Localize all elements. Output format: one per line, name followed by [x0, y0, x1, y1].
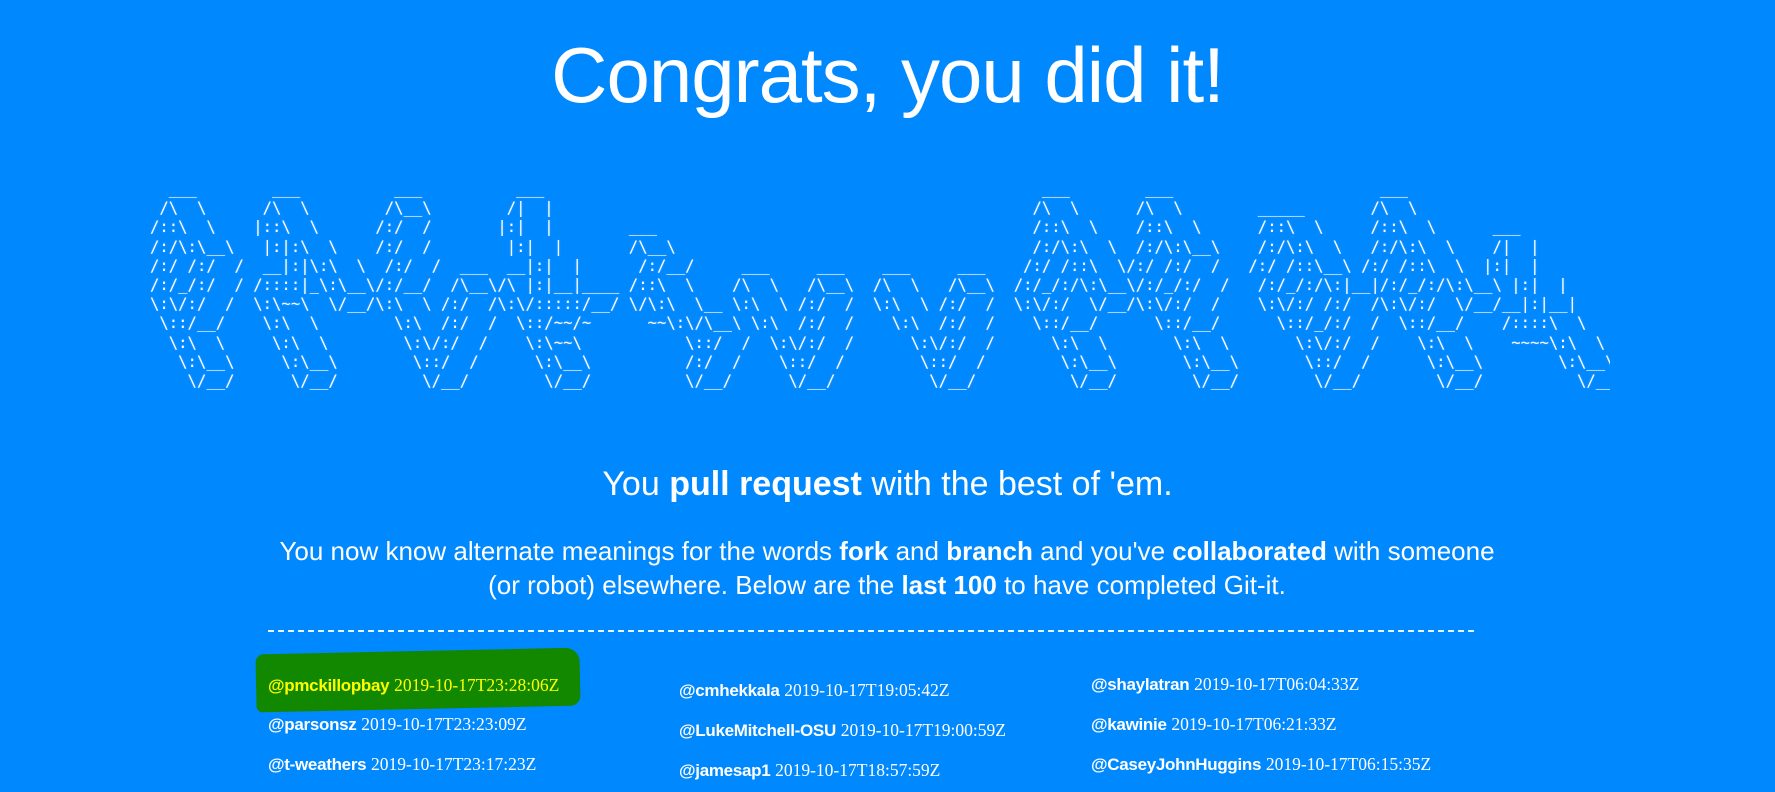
list-item: @pmckillopbay 2019-10-17T23:28:06Z [268, 675, 559, 696]
user-handle-link[interactable]: @cmhekkala [679, 681, 780, 700]
user-handle-link[interactable]: @shaylatran [1091, 675, 1190, 694]
completion-time: 2019-10-17T19:00:59Z [840, 720, 1006, 740]
user-handle-link[interactable]: @LukeMitchell-OSU [679, 721, 836, 740]
keyword-fork: fork [839, 536, 889, 566]
completion-time: 2019-10-17T19:05:42Z [784, 680, 950, 700]
completion-time: 2019-10-17T06:04:33Z [1194, 674, 1360, 694]
list-item: @shaylatran 2019-10-17T06:04:33Z [1091, 674, 1359, 695]
tagline-bold: pull request [669, 465, 862, 503]
list-item: @parsonsz 2019-10-17T23:23:09Z [268, 714, 527, 735]
keyword-collaborated: collaborated [1172, 536, 1327, 566]
dashed-divider [268, 630, 1474, 632]
user-handle-link[interactable]: @jamesap1 [679, 761, 771, 780]
keyword-last-100: last 100 [901, 570, 997, 600]
list-item: @kawinie 2019-10-17T06:21:33Z [1091, 714, 1337, 735]
completion-time: 2019-10-17T23:23:09Z [361, 714, 527, 734]
user-handle-link[interactable]: @t-weathers [268, 755, 367, 774]
completion-time: 2019-10-17T23:17:23Z [371, 754, 537, 774]
page-title: Congrats, you did it! [551, 31, 1225, 119]
tagline-post: with the best of 'em. [861, 465, 1173, 503]
description: You now know alternate meanings for the … [262, 534, 1512, 602]
completion-time: 2019-10-17T23:28:06Z [394, 675, 560, 695]
user-handle-link[interactable]: @kawinie [1091, 715, 1167, 734]
description-text: You now know alternate meanings for the … [279, 536, 840, 566]
ascii-art-banner: ___ ___ ___ ___ ___ ___ ___ /\ \ /\ \ /\… [150, 180, 1610, 390]
description-text: and you've [1032, 536, 1173, 566]
completion-time: 2019-10-17T06:15:35Z [1265, 754, 1432, 774]
completion-time: 2019-10-17T18:57:59Z [775, 760, 941, 780]
list-item: @jamesap1 2019-10-17T18:57:59Z [679, 760, 940, 781]
tagline-pre: You [602, 465, 670, 503]
list-item: @CaseyJohnHuggins 2019-10-17T06:15:35Z [1091, 754, 1431, 775]
user-handle-link[interactable]: @parsonsz [268, 715, 357, 734]
tagline: You pull request with the best of 'em. [0, 462, 1775, 506]
list-item: @cmhekkala 2019-10-17T19:05:42Z [679, 680, 950, 701]
description-text: and [888, 536, 947, 566]
completion-time: 2019-10-17T06:21:33Z [1171, 714, 1337, 734]
user-handle-link[interactable]: @CaseyJohnHuggins [1091, 755, 1261, 774]
keyword-branch: branch [946, 536, 1033, 566]
description-text: to have completed Git-it. [996, 570, 1286, 600]
user-handle-link[interactable]: @pmckillopbay [268, 676, 390, 695]
completion-page: Congrats, you did it! ___ ___ ___ ___ __… [0, 0, 1775, 792]
list-item: @t-weathers 2019-10-17T23:17:23Z [268, 754, 536, 775]
ascii-art-text: ___ ___ ___ ___ ___ ___ ___ /\ \ /\ \ /\… [150, 180, 1610, 390]
list-item: @LukeMitchell-OSU 2019-10-17T19:00:59Z [679, 720, 1006, 741]
